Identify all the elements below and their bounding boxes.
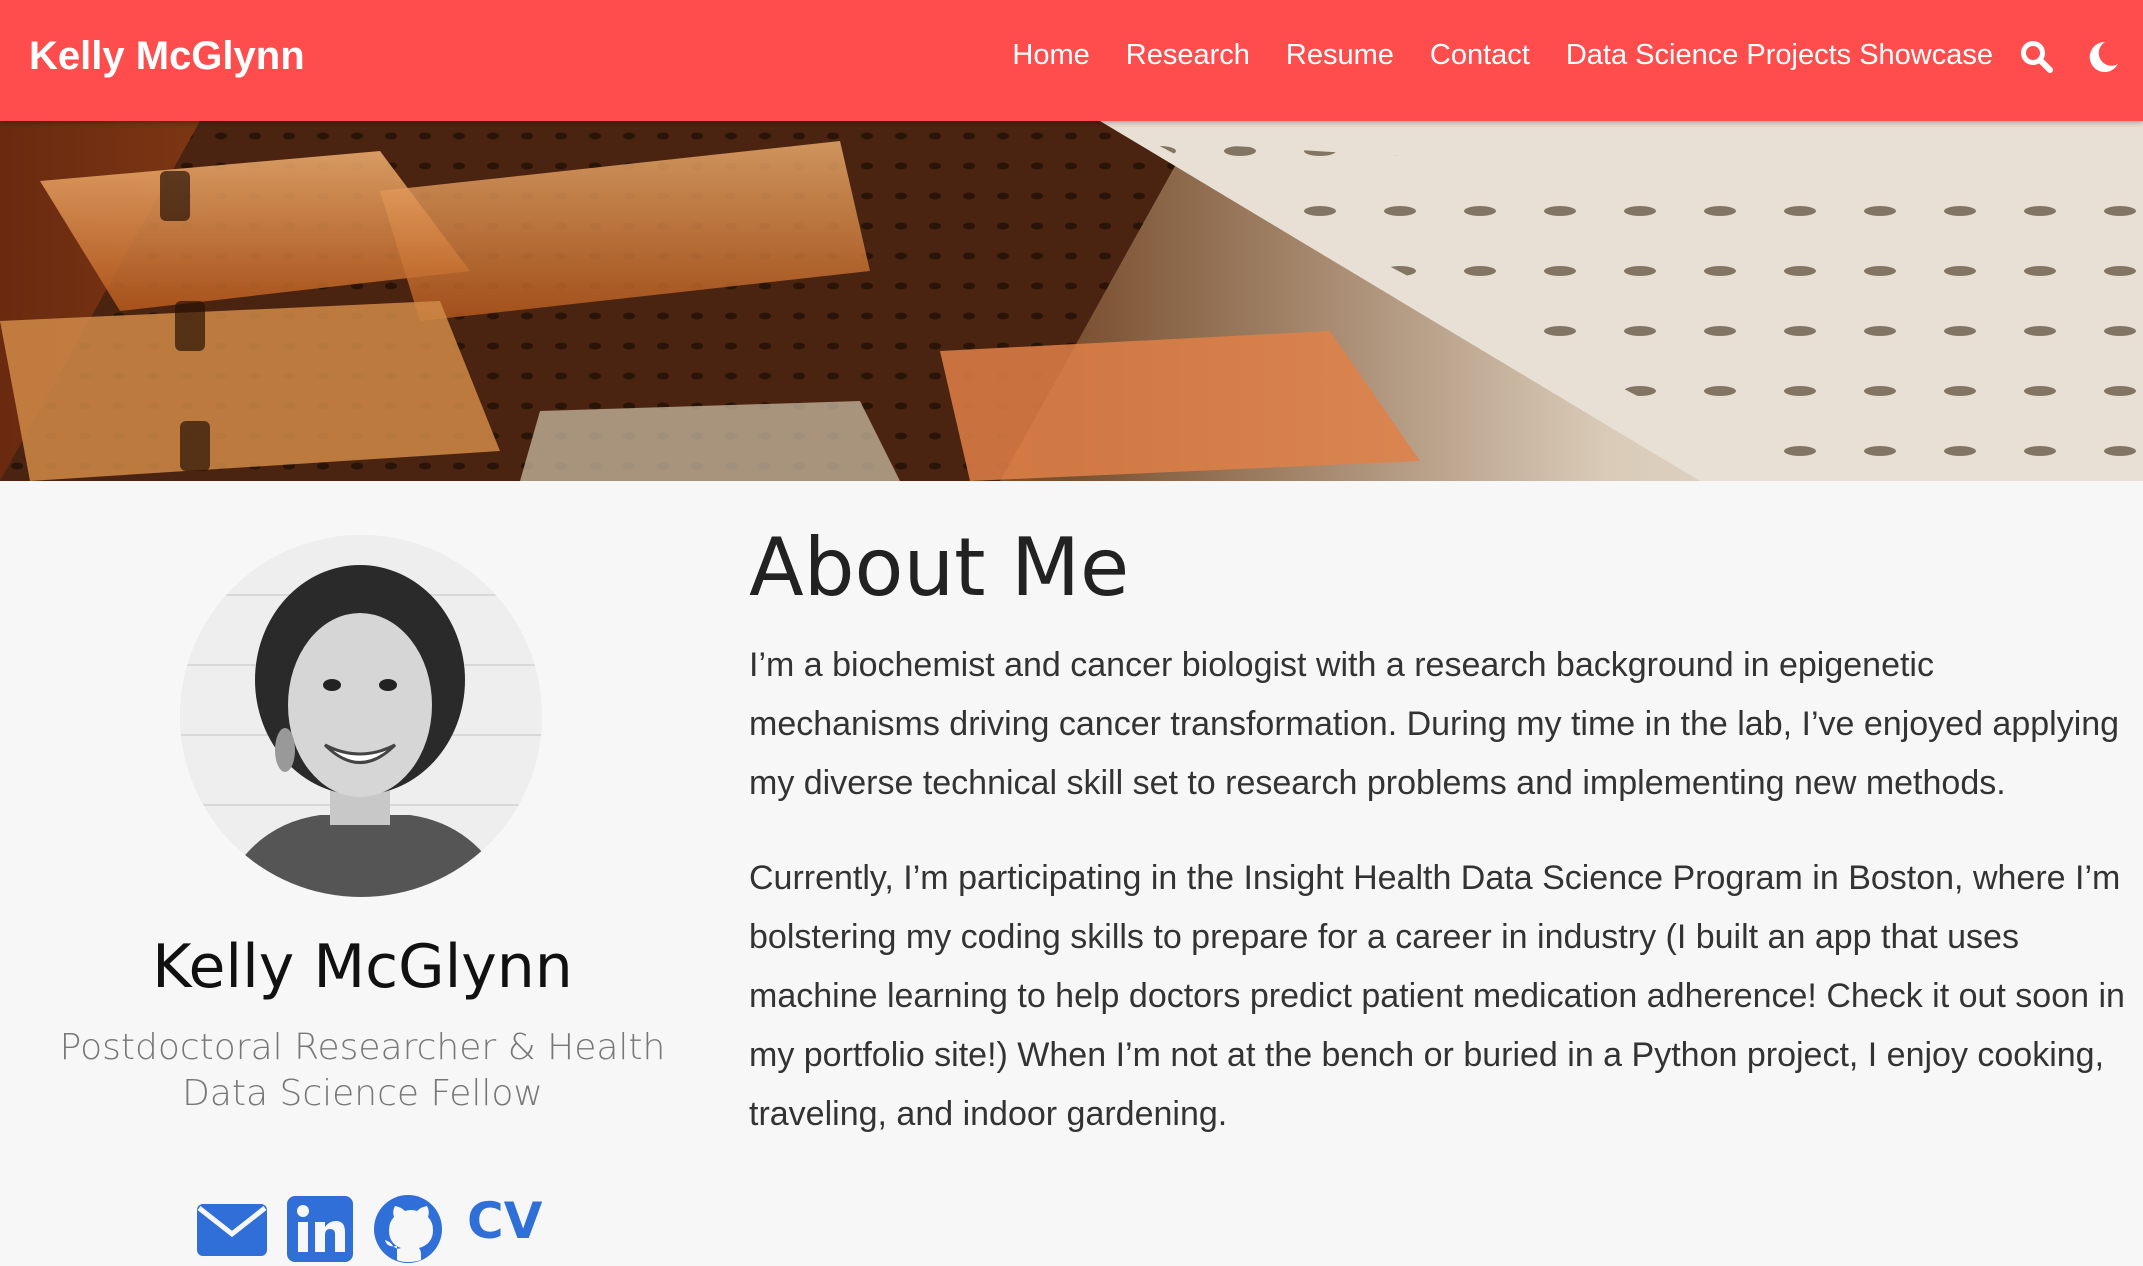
search-icon[interactable] <box>2020 40 2054 74</box>
profile-photo <box>180 535 542 897</box>
nav-item-contact: Contact <box>1430 39 1530 72</box>
nav-item-home: Home <box>1012 39 1089 72</box>
nav-item-resume: Resume <box>1286 39 1394 72</box>
nav-link-resume[interactable]: Resume <box>1286 39 1394 71</box>
profile-title: Postdoctoral Researcher & Health Data Sc… <box>59 1027 666 1114</box>
moon-icon[interactable] <box>2086 40 2120 74</box>
navbar: Kelly McGlynn Home Research Resume Conta… <box>0 0 2143 121</box>
about-paragraph-1: I’m a biochemist and cancer biologist wi… <box>749 646 2120 802</box>
profile-name: Kelly McGlynn <box>152 932 573 1002</box>
about-paragraph-2: Currently, I’m participating in the Insi… <box>749 859 2125 1133</box>
nav-menu: Home Research Resume Contact Data Scienc… <box>1012 39 1993 72</box>
about-heading: About Me <box>749 521 1130 614</box>
nav-link-contact[interactable]: Contact <box>1430 39 1530 71</box>
nav-item-projects: Data Science Projects Showcase <box>1566 39 1993 72</box>
nav-link-projects-showcase[interactable]: Data Science Projects Showcase <box>1566 39 1993 71</box>
about-content: About Me I’m a biochemist and cancer bio… <box>749 520 2134 1180</box>
hero-banner <box>0 121 2143 481</box>
lab-plates-banner-image <box>0 121 2143 481</box>
cv-link[interactable]: CV <box>467 1192 542 1250</box>
site-brand-link[interactable]: Kelly McGlynn <box>29 34 305 79</box>
nav-link-research[interactable]: Research <box>1126 39 1250 71</box>
nav-link-home[interactable]: Home <box>1012 39 1089 71</box>
nav-item-research: Research <box>1126 39 1250 72</box>
avatar-image <box>180 535 542 897</box>
